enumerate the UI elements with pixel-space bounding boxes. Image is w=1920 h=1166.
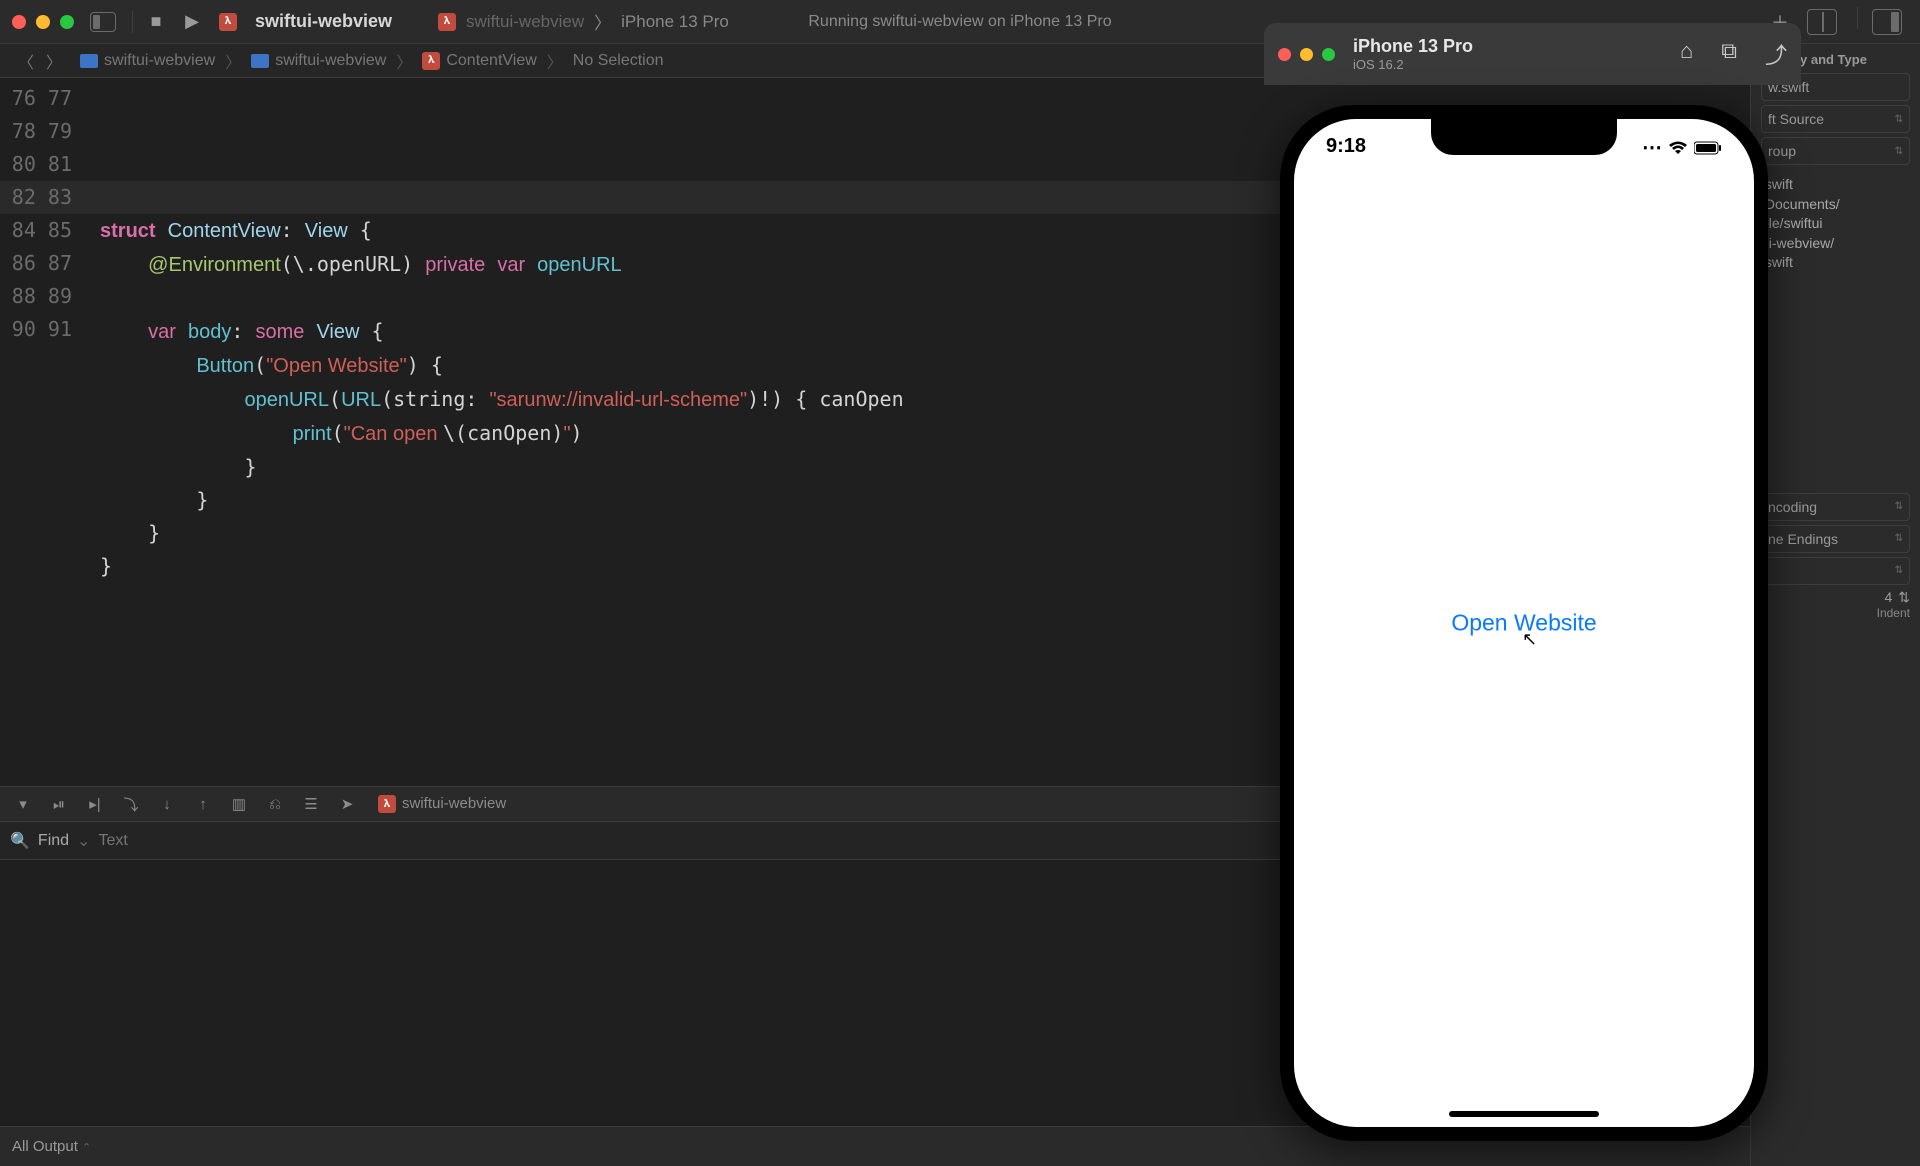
process-chip[interactable]: 𝛌swiftui-webview — [378, 795, 506, 813]
project-folder-icon — [80, 54, 98, 68]
scheme-name: swiftui-webview — [466, 12, 584, 32]
breakpoints-icon[interactable]: ⏯ — [48, 796, 70, 813]
window-traffic-lights — [12, 15, 74, 29]
simulator-titlebar: iPhone 13 Pro iOS 16.2 ⌂ ⧉ ⤴ — [1264, 23, 1801, 85]
line-gutter: 76 77 78 79 80 81 82 83 84 85 86 87 88 8… — [0, 78, 86, 786]
window-minimize-dot[interactable] — [36, 15, 50, 29]
indent-value: 4 — [1884, 589, 1892, 605]
home-icon[interactable]: ⌂ — [1680, 38, 1693, 70]
phone-screen[interactable]: 9:18 ⋯ Open Website ↖ — [1294, 119, 1754, 1127]
sim-close-dot[interactable] — [1278, 48, 1291, 61]
sim-minimize-dot[interactable] — [1300, 48, 1313, 61]
iphone-simulator: 9:18 ⋯ Open Website ↖ — [1280, 105, 1768, 1141]
env-overrides-icon[interactable]: ☰ — [300, 795, 322, 813]
mouse-cursor-icon: ↖ — [1522, 629, 1537, 650]
wifi-icon — [1668, 141, 1688, 155]
step-out-icon[interactable]: ↑ — [192, 796, 214, 813]
crumb-project: swiftui-webview — [104, 52, 215, 70]
toolbar-separator — [1857, 7, 1858, 29]
scheme-selector[interactable]: 𝛌 swiftui-webview 〉 iPhone 13 Pro — [438, 9, 729, 34]
process-name: swiftui-webview — [402, 795, 506, 812]
sim-maximize-dot[interactable] — [1322, 48, 1335, 61]
run-button[interactable]: ▶ — [177, 7, 207, 37]
phone-status-bar: 9:18 ⋯ — [1294, 135, 1754, 160]
crumb-group: swiftui-webview — [275, 52, 386, 70]
nav-back-icon[interactable]: 〈 — [18, 49, 34, 73]
activity-status: Running swiftui-webview on iPhone 13 Pro — [808, 13, 1111, 31]
encoding-field[interactable]: ncoding⇅ — [1761, 493, 1910, 521]
scheme-app-icon: 𝛌 — [438, 13, 456, 31]
nav-forward-icon[interactable]: 〉 — [46, 49, 62, 73]
step-over-icon[interactable]: ⤵ — [120, 794, 142, 815]
location-icon[interactable]: ➤ — [336, 795, 358, 813]
swift-file-icon: 𝛌 — [422, 52, 440, 70]
screenshot-icon[interactable]: ⧉ — [1721, 38, 1737, 70]
phone-time: 9:18 — [1326, 135, 1366, 160]
rotate-icon[interactable]: ⤴ — [1765, 38, 1787, 70]
battery-icon — [1694, 141, 1722, 155]
sim-subtitle: iOS 16.2 — [1353, 57, 1473, 72]
memory-graph-icon[interactable]: ⎌ — [264, 796, 286, 813]
cellular-icon: ⋯ — [1642, 135, 1662, 160]
output-filter-selector[interactable]: All Output ⌃ — [12, 1138, 91, 1155]
indent-label: Indent — [1761, 606, 1910, 620]
navigator-panel-icon[interactable] — [88, 7, 118, 37]
file-type-field[interactable]: ft Source⇅ — [1761, 105, 1910, 133]
group-folder-icon — [251, 54, 269, 68]
breadcrumb[interactable]: swiftui-webview 〉 swiftui-webview 〉 𝛌Con… — [80, 49, 663, 73]
continue-icon[interactable]: ▸| — [84, 795, 106, 813]
view-debug-icon[interactable]: ▥ — [228, 795, 250, 813]
project-name[interactable]: swiftui-webview — [255, 11, 392, 32]
hide-debug-icon[interactable]: ▾ — [12, 795, 34, 813]
line-endings-field[interactable]: ne Endings⇅ — [1761, 525, 1910, 553]
nav-arrows: 〈 〉 — [0, 49, 80, 73]
crumb-selection: No Selection — [573, 52, 664, 70]
step-in-icon[interactable]: ↓ — [156, 796, 178, 813]
indent-stepper[interactable]: ⇅ — [1898, 589, 1910, 606]
toolbar-separator — [132, 11, 133, 33]
find-label[interactable]: Find — [38, 832, 69, 850]
find-dropdown-icon[interactable]: ⌄ — [77, 831, 90, 851]
inspectors-panel-icon[interactable] — [1872, 7, 1902, 37]
scheme-arrow: 〉 — [594, 9, 611, 34]
crumb-file: ContentView — [446, 52, 536, 70]
search-icon[interactable]: 🔍 — [10, 831, 30, 851]
stop-button[interactable]: ■ — [141, 7, 171, 37]
group-field[interactable]: roup⇅ — [1761, 137, 1910, 165]
window-close-dot[interactable] — [12, 15, 26, 29]
window-maximize-dot[interactable] — [60, 15, 74, 29]
indent-type-field[interactable]: ⇅ — [1761, 557, 1910, 585]
inspector-panel: Identity and Type w.swift ft Source⇅ rou… — [1750, 44, 1920, 1166]
home-indicator[interactable] — [1449, 1111, 1599, 1117]
sim-traffic-lights — [1278, 48, 1335, 61]
destination-name: iPhone 13 Pro — [621, 12, 729, 32]
file-path-text: .swift /Documents/ ple/swiftui ui-webvie… — [1761, 175, 1910, 273]
editor-split-icon[interactable] — [1807, 7, 1837, 37]
sim-title: iPhone 13 Pro — [1353, 36, 1473, 57]
scheme-icon[interactable]: 𝛌 — [213, 7, 243, 37]
